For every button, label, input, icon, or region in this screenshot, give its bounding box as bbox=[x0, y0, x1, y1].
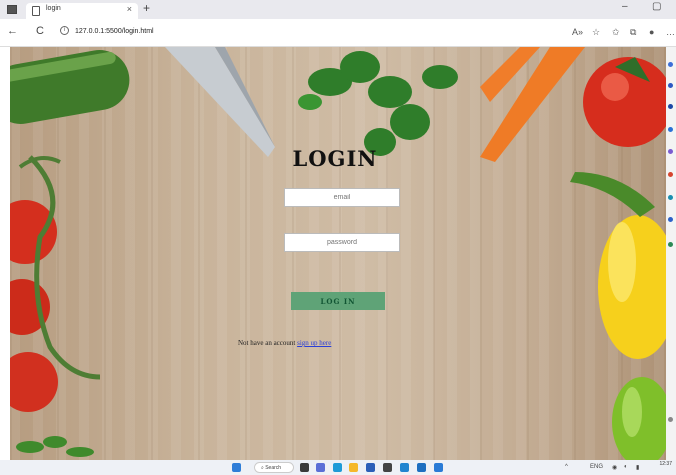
app-icon[interactable] bbox=[383, 463, 392, 472]
signup-prompt: Not have an account sign up here bbox=[238, 339, 331, 347]
knife-image bbox=[165, 47, 275, 157]
signup-prompt-text: Not have an account bbox=[238, 339, 298, 347]
taskbar-clock[interactable]: 12:37 bbox=[659, 461, 672, 467]
tab-title: login bbox=[46, 5, 61, 12]
browser-tab-bar: login × + – ▢ bbox=[0, 0, 676, 19]
browser-sidebar bbox=[666, 47, 676, 460]
sidebar-add-icon[interactable] bbox=[668, 242, 673, 247]
sidebar-shopping-icon[interactable] bbox=[668, 104, 673, 109]
taskbar-search[interactable]: ⌕ Search bbox=[254, 462, 294, 473]
more-icon[interactable]: … bbox=[666, 27, 675, 37]
explorer-icon[interactable] bbox=[349, 463, 358, 472]
sidebar-games-icon[interactable] bbox=[668, 149, 673, 154]
windows-taskbar: ⌕ Search ^ ENG ◉ ◐ ▮ 12:37 bbox=[0, 460, 676, 475]
green-pepper-image bbox=[612, 377, 666, 460]
yellow-pepper-image bbox=[570, 172, 666, 359]
search-label: Search bbox=[265, 465, 282, 471]
tomato-image bbox=[583, 57, 666, 147]
page-icon bbox=[32, 6, 40, 16]
url-field[interactable]: 127.0.0.1:5500/login.html bbox=[75, 28, 154, 35]
collections-icon[interactable]: ⧉ bbox=[630, 27, 636, 38]
back-button[interactable]: ← bbox=[7, 25, 18, 37]
language-indicator[interactable]: ENG bbox=[590, 464, 603, 470]
tab-close-icon[interactable]: × bbox=[127, 4, 132, 14]
login-title: LOGIN bbox=[292, 146, 378, 171]
restore-button[interactable]: ▢ bbox=[652, 1, 661, 12]
sidebar-office-icon[interactable] bbox=[668, 172, 673, 177]
signup-link[interactable]: sign up here bbox=[297, 339, 331, 347]
window-menu-icon[interactable] bbox=[7, 5, 17, 14]
sidebar-search-icon[interactable] bbox=[668, 62, 673, 67]
page-background: LOGIN LOG IN Not have an account sign up… bbox=[10, 47, 666, 460]
edge-icon[interactable] bbox=[333, 463, 342, 472]
sidebar-discover-icon[interactable] bbox=[668, 83, 673, 88]
sidebar-settings-icon[interactable] bbox=[668, 417, 673, 422]
sidebar-outlook-icon[interactable] bbox=[668, 195, 673, 200]
sidebar-tools-icon[interactable] bbox=[668, 127, 673, 132]
vegetable-decoration bbox=[10, 47, 666, 460]
read-aloud-icon[interactable]: A» bbox=[572, 27, 583, 37]
login-button[interactable]: LOG IN bbox=[291, 292, 385, 310]
email-field[interactable] bbox=[284, 188, 400, 207]
battery-icon[interactable]: ▮ bbox=[636, 464, 639, 471]
site-info-icon[interactable]: i bbox=[60, 26, 69, 35]
profile-icon[interactable]: ● bbox=[649, 27, 654, 37]
cherry-tomatoes-image bbox=[10, 155, 101, 412]
store-icon[interactable] bbox=[366, 463, 375, 472]
vscode-icon[interactable] bbox=[434, 463, 443, 472]
password-field[interactable] bbox=[284, 233, 400, 252]
taskview-icon[interactable] bbox=[300, 463, 309, 472]
mail-icon[interactable] bbox=[400, 463, 409, 472]
minimize-button[interactable]: – bbox=[622, 1, 628, 12]
tray-chevron-icon[interactable]: ^ bbox=[565, 464, 568, 470]
chat-icon[interactable] bbox=[316, 463, 325, 472]
sidebar-drop-icon[interactable] bbox=[668, 217, 673, 222]
new-tab-button[interactable]: + bbox=[143, 1, 150, 15]
tab-login[interactable]: login × bbox=[26, 3, 138, 19]
start-icon[interactable] bbox=[232, 463, 241, 472]
word-icon[interactable] bbox=[417, 463, 426, 472]
reload-button[interactable]: C bbox=[36, 25, 44, 37]
address-bar-row: ← C i 127.0.0.1:5500/login.html A» ☆ ✩ ⧉… bbox=[0, 19, 676, 47]
favorite-icon[interactable]: ☆ bbox=[592, 27, 600, 38]
wifi-icon[interactable]: ◉ bbox=[612, 464, 617, 471]
herb-sprigs-image bbox=[16, 436, 94, 457]
herbs-image bbox=[298, 51, 458, 156]
favorites-icon[interactable]: ✩ bbox=[612, 27, 620, 38]
volume-icon[interactable]: ◐ bbox=[624, 464, 628, 470]
carrots-image bbox=[480, 47, 585, 162]
cucumber-image bbox=[10, 50, 130, 124]
